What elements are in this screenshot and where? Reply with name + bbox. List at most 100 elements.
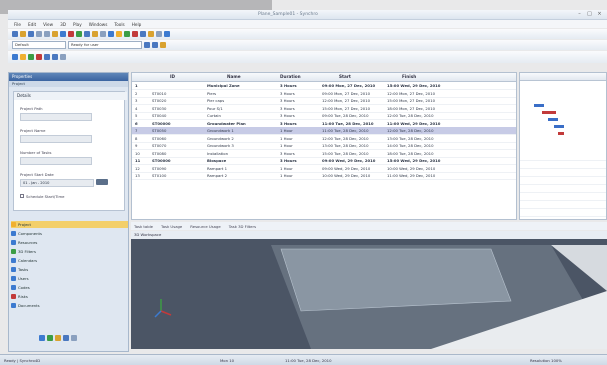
nav-codes[interactable]: Codes (11, 284, 128, 291)
orbit-icon[interactable] (28, 54, 34, 60)
risk-icon[interactable] (132, 31, 138, 37)
row-start: 12:00 Mon, 27 Dec, 2010 (322, 98, 371, 103)
nav-label: Project (18, 222, 31, 227)
play-icon[interactable] (76, 31, 82, 37)
fit-icon[interactable] (160, 42, 166, 48)
row-finish: 12:00 Tue, 28 Dec, 2010 (387, 113, 434, 118)
export-icon[interactable] (164, 31, 170, 37)
walk-icon[interactable] (36, 54, 42, 60)
nav-calendars[interactable]: Calendars (11, 257, 128, 264)
col-name[interactable]: Name (227, 74, 241, 79)
3d-viewport[interactable]: 3D Workspace (131, 231, 607, 349)
project-name-field[interactable] (20, 135, 92, 143)
project-path-field[interactable] (20, 113, 92, 121)
row-number: 7 (135, 128, 138, 133)
col-duration[interactable]: Duration (280, 74, 301, 79)
footer-icon[interactable] (71, 335, 77, 341)
link-icon[interactable] (60, 31, 66, 37)
gantt-bar[interactable] (554, 125, 564, 128)
status-combo[interactable]: Ready for user (68, 41, 142, 49)
nav-project[interactable]: Project (11, 221, 128, 228)
footer-icon[interactable] (47, 335, 53, 341)
row-name: Municipal Zone (207, 83, 240, 88)
nav-3d-filters[interactable]: 3D Filters (11, 248, 128, 255)
gantt-bar[interactable] (542, 111, 556, 114)
tab-3d-filters[interactable]: Task 3D Filters (229, 224, 256, 229)
mode-combo[interactable]: Default (12, 41, 66, 49)
resource-icon[interactable] (124, 31, 130, 37)
row-name: Rampart 1 (207, 165, 227, 171)
nav-resources[interactable]: Resources (11, 239, 128, 246)
tab-task-usage[interactable]: Task Usage (161, 224, 182, 229)
row-start: 09:00 Wed, 29 Dec, 2010 (322, 158, 376, 163)
open-icon[interactable] (20, 31, 26, 37)
nav-label: Codes (18, 285, 30, 290)
minimize-icon[interactable]: – (576, 11, 583, 18)
folder-icon[interactable] (52, 31, 58, 37)
project-icon (11, 222, 16, 227)
task-count-field[interactable] (20, 157, 92, 165)
nav-risks[interactable]: Risks (11, 293, 128, 300)
menu-tools[interactable]: Tools (114, 22, 124, 27)
settings-icon[interactable] (140, 31, 146, 37)
redo-icon[interactable] (44, 31, 50, 37)
footer-icon[interactable] (39, 335, 45, 341)
row-duration: 1 Hour (280, 173, 293, 178)
menu-file[interactable]: File (14, 22, 21, 27)
col-finish[interactable]: Finish (402, 74, 416, 79)
save-icon[interactable] (28, 31, 34, 37)
new-icon[interactable] (12, 31, 18, 37)
gantt-timescale (520, 73, 606, 81)
tab-task-table[interactable]: Task table (134, 224, 153, 229)
row-duration: 3 Hours (280, 113, 295, 118)
grid-icon[interactable] (84, 31, 90, 37)
close-icon[interactable]: × (596, 11, 603, 18)
menu-windows[interactable]: Windows (89, 22, 108, 27)
row-start: 09:00 Mon, 27 Dec, 2010 (322, 83, 376, 88)
gantt-bar[interactable] (534, 104, 544, 107)
view-front-icon[interactable] (52, 54, 58, 60)
tasks-icon (11, 267, 16, 272)
view-top-icon[interactable] (44, 54, 50, 60)
gantt-bar[interactable] (548, 118, 558, 121)
row-number: 3 (135, 98, 138, 103)
row-number: 6 (135, 120, 138, 126)
row-finish: 15:00 Wed, 29 Dec, 2010 (387, 83, 441, 88)
zoom-out-icon[interactable] (152, 42, 158, 48)
highlight-icon[interactable] (116, 31, 122, 37)
select-icon[interactable] (12, 54, 18, 60)
gantt-bar[interactable] (558, 132, 564, 135)
menu-play[interactable]: Play (73, 22, 82, 27)
nav-components[interactable]: Components (11, 230, 128, 237)
3d-scene (131, 239, 607, 349)
filter-icon[interactable] (92, 31, 98, 37)
footer-icon[interactable] (55, 335, 61, 341)
start-date-field[interactable]: 01 - Jan - 2010 (20, 179, 94, 187)
menu-3d[interactable]: 3D (60, 22, 66, 27)
zoom-icon[interactable] (100, 31, 106, 37)
tab-resource-usage[interactable]: Resource Usage (190, 224, 220, 229)
nav-users[interactable]: Users (11, 275, 128, 282)
col-start[interactable]: Start (339, 74, 351, 79)
nav-documents[interactable]: Documents (11, 302, 128, 309)
table-row[interactable]: 13 ST0100 Rampart 2 1 Hour 10:00 Wed, 29 Dec… (132, 172, 516, 180)
pan-icon[interactable] (20, 54, 26, 60)
menu-help[interactable]: Help (132, 22, 142, 27)
print-icon[interactable] (156, 31, 162, 37)
undo-icon[interactable] (36, 31, 42, 37)
schedule-checkbox[interactable] (20, 194, 24, 198)
menu-view[interactable]: View (43, 22, 53, 27)
zoom-in-icon[interactable] (144, 42, 150, 48)
maximize-icon[interactable]: □ (586, 11, 593, 18)
calendar-icon (11, 258, 16, 263)
stop-icon[interactable] (68, 31, 74, 37)
row-name: Piers (207, 90, 217, 96)
menu-edit[interactable]: Edit (28, 22, 36, 27)
nav-tasks[interactable]: Tasks (11, 266, 128, 273)
col-id[interactable]: ID (170, 74, 175, 79)
camera-icon[interactable] (108, 31, 114, 37)
report-icon[interactable] (148, 31, 154, 37)
view-side-icon[interactable] (60, 54, 66, 60)
footer-icon[interactable] (63, 335, 69, 341)
calendar-button[interactable] (96, 179, 108, 185)
